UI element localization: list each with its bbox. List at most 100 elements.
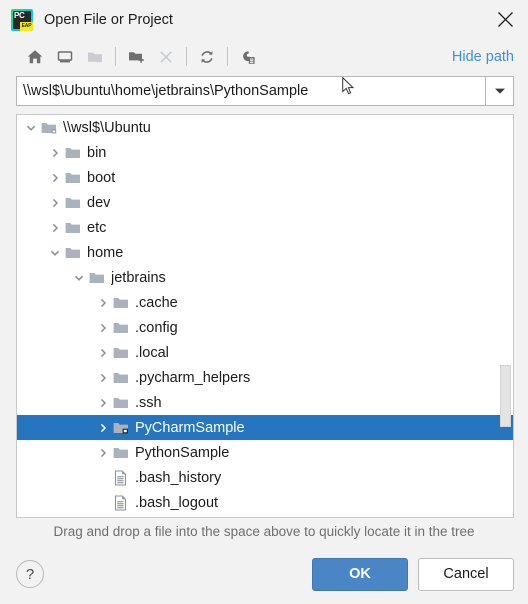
tree-row[interactable]: .pycharm_helpers <box>17 365 513 390</box>
cancel-button[interactable]: Cancel <box>418 557 514 591</box>
tree-item-label: jetbrains <box>111 269 166 286</box>
project-directory-button[interactable] <box>80 43 110 71</box>
tree-expand-toggle[interactable] <box>95 390 111 415</box>
tree-row[interactable]: .bash_history <box>17 465 513 490</box>
toolbar-separator <box>115 47 116 66</box>
toolbar-separator <box>227 47 228 66</box>
chevron-right-icon <box>52 173 59 182</box>
folder-icon <box>113 347 128 358</box>
tree-expand-toggle[interactable] <box>95 440 111 465</box>
folder-icon <box>63 240 82 265</box>
folder-icon <box>65 147 80 158</box>
tree-row[interactable]: .config <box>17 315 513 340</box>
tree-expand-toggle[interactable] <box>23 115 39 140</box>
path-dropdown-button[interactable] <box>485 76 514 106</box>
tree-row[interactable]: .bash_logout <box>17 490 513 515</box>
close-button[interactable] <box>482 0 528 39</box>
tree-row[interactable]: .local <box>17 340 513 365</box>
tree-scrollbar-thumb[interactable] <box>500 365 511 427</box>
chevron-right-icon <box>100 423 107 432</box>
tree-expand-toggle[interactable] <box>47 190 63 215</box>
delete-icon <box>160 50 172 63</box>
chevron-down-icon <box>50 250 60 256</box>
folder-icon <box>113 297 128 308</box>
project-folder-icon <box>113 422 128 434</box>
tree-item-label: etc <box>87 219 107 236</box>
folder-icon <box>63 165 82 190</box>
tree-expand-toggle[interactable] <box>95 415 111 440</box>
tree-item-label: .cache <box>135 294 178 311</box>
home-button[interactable] <box>20 43 50 71</box>
tree-row[interactable]: boot <box>17 165 513 190</box>
tree-row[interactable]: home <box>17 240 513 265</box>
chevron-right-icon <box>100 398 107 407</box>
tree-expand-toggle[interactable] <box>71 265 87 290</box>
network-folder-icon <box>39 115 58 140</box>
tree-item-label: .local <box>135 344 169 361</box>
desktop-button[interactable] <box>50 43 80 71</box>
page-title: Open File or Project <box>44 11 173 28</box>
chevron-right-icon <box>100 298 107 307</box>
tree-row[interactable]: jetbrains <box>17 265 513 290</box>
file-icon <box>114 494 127 511</box>
tree-expand-toggle[interactable] <box>95 315 111 340</box>
folder-icon <box>111 390 130 415</box>
tree-expand-toggle[interactable] <box>47 165 63 190</box>
path-field-row <box>16 76 514 106</box>
toolbar-separator <box>186 47 187 66</box>
tree-row[interactable]: bin <box>17 140 513 165</box>
folder-icon <box>65 222 80 233</box>
tree-vertical-scrollbar[interactable] <box>499 115 512 517</box>
help-button[interactable]: ? <box>16 560 44 588</box>
tree-item-label: .bash_logout <box>135 494 219 511</box>
close-icon <box>497 12 513 27</box>
delete-button[interactable] <box>151 43 181 71</box>
project-folder-icon <box>88 52 102 62</box>
tree-item-label: dev <box>87 194 111 211</box>
tree-item-label: .bash_history <box>135 469 222 486</box>
tree-row[interactable]: PyCharmSample <box>17 415 513 440</box>
tree-row[interactable]: .cache <box>17 290 513 315</box>
tree-item-label: home <box>87 244 124 261</box>
folder-icon <box>63 140 82 165</box>
tree-expand-toggle <box>95 490 111 515</box>
drag-drop-hint: Drag and drop a file into the space abov… <box>53 523 475 539</box>
chevron-right-icon <box>52 223 59 232</box>
folder-icon <box>87 265 106 290</box>
refresh-icon <box>201 50 213 63</box>
tree-expand-toggle[interactable] <box>47 215 63 240</box>
ok-button[interactable]: OK <box>312 557 408 591</box>
desktop-icon <box>57 50 73 62</box>
path-input[interactable] <box>16 76 485 106</box>
tree-expand-toggle[interactable] <box>47 140 63 165</box>
open-file-or-project-dialog: PC EAP Open File or Project Hide path \\… <box>0 0 528 604</box>
tree-expand-toggle <box>95 465 111 490</box>
chevron-down-icon <box>74 275 84 281</box>
tree-expand-toggle[interactable] <box>47 240 63 265</box>
tree-expand-toggle[interactable] <box>95 365 111 390</box>
tree-expand-toggle[interactable] <box>95 340 111 365</box>
tree-row[interactable]: .ssh <box>17 390 513 415</box>
new-folder-button[interactable] <box>121 43 151 71</box>
tree-expand-toggle[interactable] <box>95 290 111 315</box>
tree-item-label: boot <box>87 169 116 186</box>
tree-row[interactable]: etc <box>17 215 513 240</box>
file-tree[interactable]: \\wsl$\Ubuntu bin boot dev etc home jetbrains.… <box>17 115 513 517</box>
tree-row[interactable]: .bashrc <box>17 515 513 517</box>
tree-item-label: .pycharm_helpers <box>135 369 251 386</box>
tree-item-label: PythonSample <box>135 444 230 461</box>
chevron-down-icon <box>494 88 505 94</box>
refresh-button[interactable] <box>192 43 222 71</box>
folder-icon <box>89 272 104 283</box>
network-folder-icon <box>41 122 56 133</box>
folder-icon <box>111 340 130 365</box>
folder-icon <box>111 315 130 340</box>
tree-row[interactable]: dev <box>17 190 513 215</box>
tree-row[interactable]: \\wsl$\Ubuntu <box>17 115 513 140</box>
file-tree-panel[interactable]: \\wsl$\Ubuntu bin boot dev etc home jetbrains.… <box>16 114 514 518</box>
show-hidden-files-button[interactable] <box>233 43 263 71</box>
hide-path-link[interactable]: Hide path <box>452 49 514 65</box>
folder-icon <box>113 322 128 333</box>
tree-item-label: .config <box>135 319 178 336</box>
tree-row[interactable]: PythonSample <box>17 440 513 465</box>
